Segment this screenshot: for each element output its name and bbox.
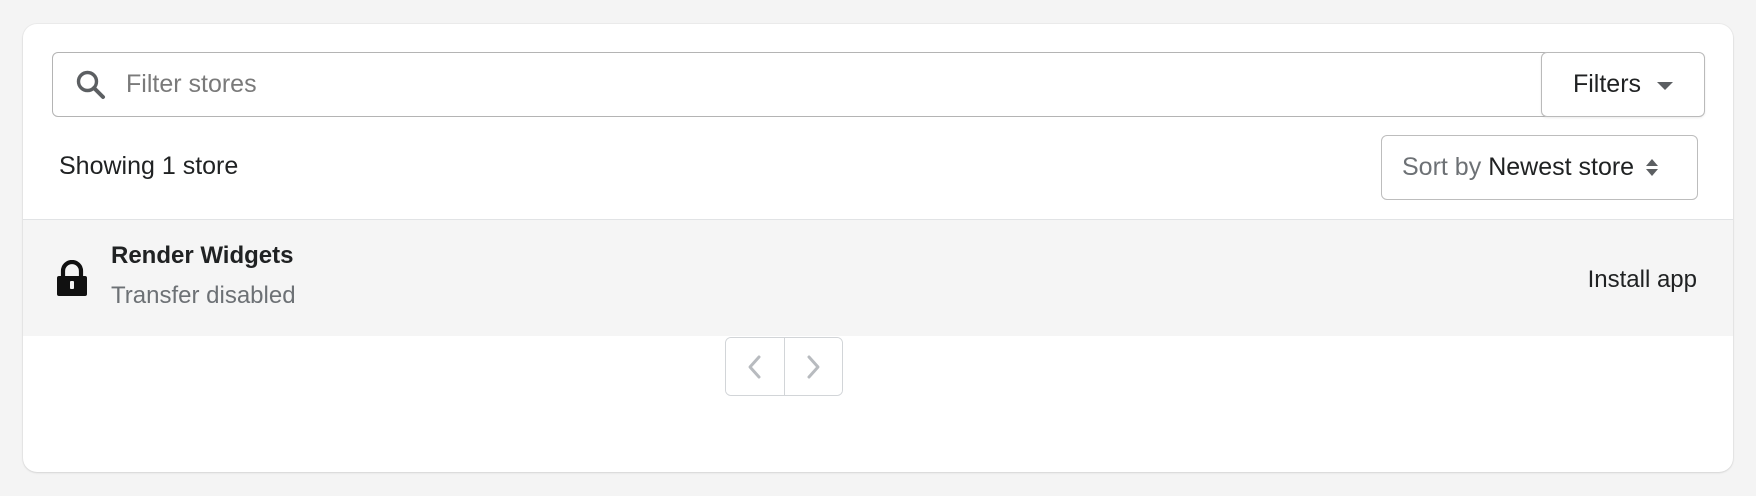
filters-button-label: Filters — [1572, 70, 1642, 98]
lock-icon — [54, 259, 90, 298]
pagination — [725, 337, 843, 396]
filters-button[interactable]: Filters — [1541, 52, 1705, 117]
previous-page-button[interactable] — [726, 338, 784, 395]
store-name[interactable]: Render Widgets — [111, 242, 293, 270]
install-app-link[interactable]: Install app — [1588, 266, 1697, 294]
next-page-button[interactable] — [783, 338, 842, 395]
stores-card: Filters Showing 1 store Sort by Newest s… — [23, 24, 1733, 472]
store-row[interactable]: Render Widgets Transfer disabled Install… — [23, 220, 1733, 336]
chevron-left-icon — [748, 355, 761, 378]
sort-select[interactable]: Sort by Newest store — [1381, 135, 1698, 200]
chevron-right-icon — [807, 355, 820, 378]
sort-selected-value: Newest store — [1488, 153, 1635, 181]
caret-down-icon — [1657, 82, 1674, 90]
sort-prefix-label: Sort by — [1402, 153, 1482, 181]
filter-stores-field[interactable] — [52, 52, 1550, 117]
store-status: Transfer disabled — [111, 282, 296, 309]
result-count: Showing 1 store — [59, 152, 239, 180]
search-icon — [74, 68, 108, 102]
select-arrows-icon — [1646, 159, 1659, 176]
filter-stores-input[interactable] — [126, 53, 1549, 116]
